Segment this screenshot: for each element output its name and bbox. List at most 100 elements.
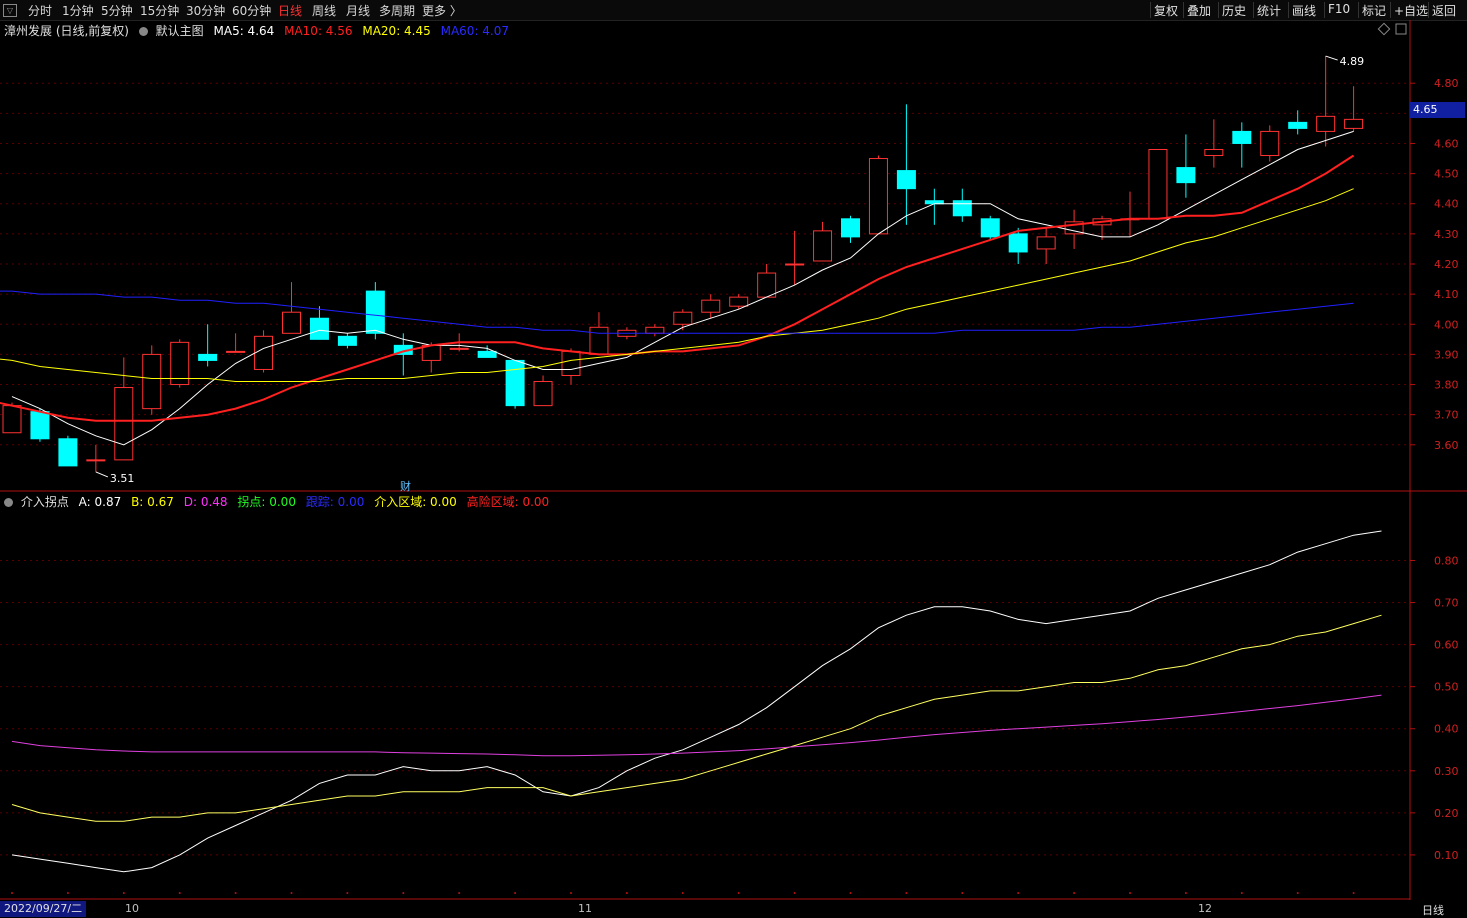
main-tick-label-2: 3.80 xyxy=(1434,379,1459,392)
high-pointer xyxy=(1325,55,1338,61)
panel-toggle-icon xyxy=(1395,23,1407,35)
main-tick-label-10: 4.60 xyxy=(1434,137,1459,150)
date-dot-22 xyxy=(625,892,628,894)
main-tick-label-4: 4.00 xyxy=(1434,318,1459,331)
candle-body-17 xyxy=(477,350,497,358)
date-dot-40 xyxy=(1129,892,1131,894)
sub-line-d xyxy=(11,694,1382,757)
date-dot-42 xyxy=(1184,892,1187,894)
candle-body-34 xyxy=(952,200,972,217)
candle-body-26 xyxy=(729,296,749,307)
candle-body-45 xyxy=(1260,130,1280,157)
main-tick-label-5: 4.10 xyxy=(1434,288,1459,301)
candle-body-44 xyxy=(1232,130,1252,144)
date-dot-34 xyxy=(961,892,964,894)
candle-body-10 xyxy=(282,311,301,334)
candle-body-41 xyxy=(1148,148,1168,220)
candle-body-27 xyxy=(757,272,777,298)
candle-body-3 xyxy=(86,459,106,462)
sub-tick-label-7: 0.80 xyxy=(1434,554,1459,567)
date-axis: 2022/09/27/二 10 11 12 日线 xyxy=(0,900,1467,918)
candle-body-30 xyxy=(841,218,860,238)
candle-body-35 xyxy=(980,218,1000,238)
date-dot-32 xyxy=(905,892,908,894)
start-date: 2022/09/27/二 xyxy=(0,901,87,917)
candle-body-46 xyxy=(1288,121,1308,129)
candle-body-32 xyxy=(896,170,916,190)
main-tick-label-7: 4.30 xyxy=(1434,228,1459,241)
date-dot-44 xyxy=(1240,892,1243,894)
candle-body-29 xyxy=(813,230,833,262)
date-dot-20 xyxy=(570,892,572,894)
sub-line-a xyxy=(11,530,1382,873)
candle-body-2 xyxy=(58,438,78,467)
date-dot-16 xyxy=(458,892,461,894)
candle-body-8 xyxy=(226,350,246,353)
date-dot-6 xyxy=(178,892,181,894)
period-label[interactable]: 日线 xyxy=(1422,902,1444,918)
low-label: 3.51 xyxy=(110,472,135,485)
date-dot-28 xyxy=(793,892,796,894)
candle-body-37 xyxy=(1036,236,1056,250)
candle-body-23 xyxy=(645,326,665,334)
low-pointer xyxy=(95,471,109,478)
month-12: 12 xyxy=(1198,902,1212,915)
date-dot-24 xyxy=(681,892,684,894)
main-tick-label-6: 4.20 xyxy=(1434,258,1459,271)
sub-tick-label-6: 0.70 xyxy=(1434,597,1459,610)
main-tick-label-8: 4.40 xyxy=(1434,198,1459,211)
date-dot-8 xyxy=(234,892,237,894)
candle-body-7 xyxy=(198,353,218,361)
current-price-tag: 4.65 xyxy=(1410,102,1465,118)
candle-body-43 xyxy=(1204,148,1224,157)
date-dot-46 xyxy=(1296,892,1299,894)
candle-body-47 xyxy=(1316,115,1336,132)
main-tick-label-9: 4.50 xyxy=(1434,168,1459,181)
candle-body-25 xyxy=(701,299,721,313)
sub-tick-label-3: 0.40 xyxy=(1434,723,1459,736)
month-11: 11 xyxy=(578,902,592,915)
date-dot-0 xyxy=(11,892,13,894)
date-dot-18 xyxy=(514,892,517,894)
candle-body-24 xyxy=(673,311,693,325)
candle-body-4 xyxy=(114,387,134,461)
candle-body-42 xyxy=(1176,167,1196,184)
candle-body-28 xyxy=(785,263,805,266)
chart-area[interactable]: 3.60 3.70 3.80 3.90 4.00 4.10 4.20 4.30 4.40 4.50… xyxy=(0,0,1467,918)
candle-body-13 xyxy=(365,290,385,334)
candle-body-36 xyxy=(1008,233,1028,253)
date-dot-38 xyxy=(1073,892,1076,894)
candle-body-5 xyxy=(142,353,162,410)
candle-body-9 xyxy=(254,335,274,370)
diamond-icon xyxy=(1377,22,1391,36)
date-dot-26 xyxy=(737,892,740,894)
candle-body-12 xyxy=(337,335,357,346)
date-dot-48 xyxy=(1352,892,1355,894)
sub-tick-label-2: 0.30 xyxy=(1434,765,1459,778)
month-10: 10 xyxy=(125,902,139,915)
date-dot-4 xyxy=(122,892,125,894)
candle-body-21 xyxy=(589,326,609,355)
sub-tick-label-5: 0.60 xyxy=(1434,639,1459,652)
date-dot-12 xyxy=(346,892,349,894)
candle-body-19 xyxy=(533,381,553,407)
main-tick-label-0: 3.60 xyxy=(1434,439,1459,452)
main-tick-label-12: 4.80 xyxy=(1434,77,1459,90)
high-label: 4.89 xyxy=(1340,55,1365,68)
candle-body-20 xyxy=(561,350,581,376)
candle-body-31 xyxy=(868,158,888,235)
date-dot-36 xyxy=(1017,892,1020,894)
sub-tick-label-1: 0.20 xyxy=(1434,807,1459,820)
sub-tick-label-0: 0.10 xyxy=(1434,849,1459,862)
date-dot-30 xyxy=(849,892,852,894)
main-tick-label-3: 3.90 xyxy=(1434,348,1459,361)
candle-body-1 xyxy=(30,411,50,440)
candle-body-0 xyxy=(2,405,22,434)
date-dot-10 xyxy=(290,892,293,894)
sub-tick-label-4: 0.50 xyxy=(1434,681,1459,694)
finance-marker[interactable]: 财 xyxy=(400,478,411,494)
main-tick-label-1: 3.70 xyxy=(1434,409,1459,422)
candle-body-16 xyxy=(449,347,469,350)
date-dot-2 xyxy=(66,892,69,894)
candle-body-48 xyxy=(1344,118,1364,129)
